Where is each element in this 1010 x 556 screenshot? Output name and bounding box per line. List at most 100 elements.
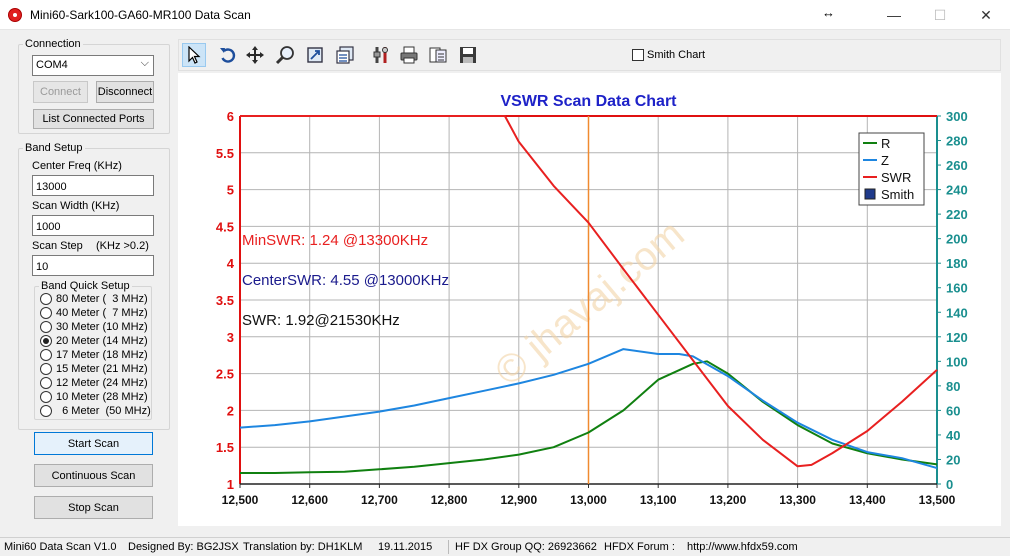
scan-width-input[interactable]: [32, 215, 154, 236]
band-option-label: 17 Meter (18 MHz): [56, 349, 148, 361]
band-setup-legend: Band Setup: [25, 142, 83, 154]
radio-button[interactable]: [40, 377, 52, 389]
undo-icon[interactable]: [216, 43, 240, 67]
y-left-tick-label: 2.5: [216, 367, 234, 382]
y-right-tick-label: 180: [946, 256, 968, 271]
pan-icon[interactable]: [243, 43, 267, 67]
band-option[interactable]: 10 Meter (28 MHz): [40, 390, 148, 404]
status-url[interactable]: http://www.hfdx59.com: [687, 538, 798, 556]
status-bar: Mini60 Data Scan V1.0 Designed By: BG2JS…: [0, 537, 1010, 556]
x-tick-label: 13,200: [710, 493, 747, 507]
y-left-tick-label: 3: [227, 330, 234, 345]
y-left-tick-label: 6: [227, 109, 234, 124]
zoom-icon[interactable]: [273, 43, 297, 67]
band-option[interactable]: 20 Meter (14 MHz): [40, 334, 148, 348]
x-tick-label: 13,100: [640, 493, 677, 507]
band-option[interactable]: 17 Meter (18 MHz): [40, 348, 148, 362]
smith-chart-checkbox[interactable]: [632, 49, 644, 61]
status-designed-by: Designed By: BG2JSX: [128, 541, 239, 553]
maximize-button[interactable]: ☐: [917, 0, 963, 30]
vswr-chart[interactable]: VSWR Scan Data Chart12,500 12,600 12,700 12…: [178, 73, 1001, 526]
status-forum: HFDX Forum :: [604, 541, 675, 553]
x-tick-label: 12,500: [222, 493, 259, 507]
band-option-label: 12 Meter (24 MHz): [56, 377, 148, 389]
band-option-label: 30 Meter (10 MHz): [56, 321, 148, 333]
status-version: Mini60 Data Scan V1.0: [4, 541, 117, 553]
band-option[interactable]: 30 Meter (10 MHz): [40, 320, 148, 334]
y-right-tick-label: 300: [946, 109, 968, 124]
y-right-tick-label: 60: [946, 403, 960, 418]
scan-step-hint: (KHz >0.2): [96, 240, 149, 252]
radio-button[interactable]: [40, 363, 52, 375]
center-freq-input[interactable]: [32, 175, 154, 196]
window-title: Mini60-Sark100-GA60-MR100 Data Scan: [30, 8, 251, 22]
smith-chart-toggle[interactable]: Smith Chart: [632, 49, 705, 61]
center-freq-label: Center Freq (KHz): [32, 160, 122, 172]
chart-title: VSWR Scan Data Chart: [500, 93, 677, 110]
watermark-text: © jhavaj.com: [487, 212, 693, 395]
port-value: COM4: [36, 59, 68, 71]
band-option[interactable]: 15 Meter (21 MHz): [40, 362, 148, 376]
save-icon[interactable]: [456, 43, 480, 67]
y-left-tick-label: 4.5: [216, 219, 234, 234]
chart-panel[interactable]: VSWR Scan Data Chart 12,500 12,600 12,700 12…: [178, 73, 1001, 526]
band-option[interactable]: 80 Meter ( 3 MHz): [40, 292, 148, 306]
y-left-tick-label: 1: [227, 477, 234, 492]
radio-button[interactable]: [40, 321, 52, 333]
y-right-tick-label: 160: [946, 281, 968, 296]
status-translation: Translation by: DH1KLM: [243, 541, 363, 553]
band-option-label: 20 Meter (14 MHz): [56, 335, 148, 347]
y-right-tick-label: 80: [946, 379, 960, 394]
pointer-icon[interactable]: [182, 43, 206, 67]
minimize-button[interactable]: —: [871, 0, 917, 30]
radio-button[interactable]: [40, 335, 52, 347]
y-left-tick-label: 4: [227, 256, 235, 271]
continuous-scan-button[interactable]: Continuous Scan: [34, 464, 153, 487]
band-option-label: 6 Meter (50 MHz): [56, 405, 151, 417]
band-option[interactable]: 40 Meter ( 7 MHz): [40, 306, 148, 320]
x-tick-label: 13,500: [919, 493, 956, 507]
print-icon[interactable]: [397, 43, 421, 67]
y-left-tick-label: 2: [227, 403, 234, 418]
stop-scan-button[interactable]: Stop Scan: [34, 496, 153, 519]
x-tick-label: 13,400: [849, 493, 886, 507]
data-icon[interactable]: [333, 43, 357, 67]
y-right-tick-label: 240: [946, 183, 968, 198]
chevron-down-icon: ⌵: [140, 57, 149, 69]
band-option-label: 80 Meter ( 3 MHz): [56, 293, 148, 305]
radio-button[interactable]: [40, 391, 52, 403]
y-right-tick-label: 100: [946, 354, 968, 369]
band-option[interactable]: 6 Meter (50 MHz): [40, 404, 151, 418]
chart-toolbar: [178, 39, 1001, 71]
y-right-tick-label: 260: [946, 158, 968, 173]
status-separator: [448, 540, 449, 554]
legend-label: Z: [881, 153, 889, 168]
close-button[interactable]: ✕: [963, 0, 1009, 30]
radio-button[interactable]: [40, 307, 52, 319]
disconnect-button[interactable]: Disconnect: [96, 81, 154, 103]
y-right-tick-label: 200: [946, 232, 968, 247]
legend-label: SWR: [881, 170, 911, 185]
resize-arrows-icon: ↔: [822, 5, 835, 20]
start-scan-button[interactable]: Start Scan: [34, 432, 153, 455]
app-icon: [8, 8, 22, 22]
radio-button[interactable]: [40, 293, 52, 305]
report-icon[interactable]: [426, 43, 450, 67]
band-option-label: 15 Meter (21 MHz): [56, 363, 148, 375]
connect-button[interactable]: Connect: [33, 81, 88, 103]
radio-button[interactable]: [40, 349, 52, 361]
scan-step-input[interactable]: [32, 255, 154, 276]
band-option[interactable]: 12 Meter (24 MHz): [40, 376, 148, 390]
list-ports-button[interactable]: List Connected Ports: [33, 109, 154, 129]
y-right-tick-label: 280: [946, 134, 968, 149]
settings-icon[interactable]: [369, 43, 393, 67]
port-select[interactable]: COM4 ⌵: [32, 55, 154, 76]
connection-legend: Connection: [25, 38, 81, 50]
x-tick-label: 13,000: [570, 493, 607, 507]
x-tick-label: 12,900: [500, 493, 537, 507]
radio-button[interactable]: [40, 405, 52, 417]
status-group: HF DX Group QQ: 26923662: [455, 541, 597, 553]
export-icon[interactable]: [303, 43, 327, 67]
scan-step-label: Scan Step: [32, 240, 83, 252]
legend-label: Smith: [881, 187, 914, 202]
